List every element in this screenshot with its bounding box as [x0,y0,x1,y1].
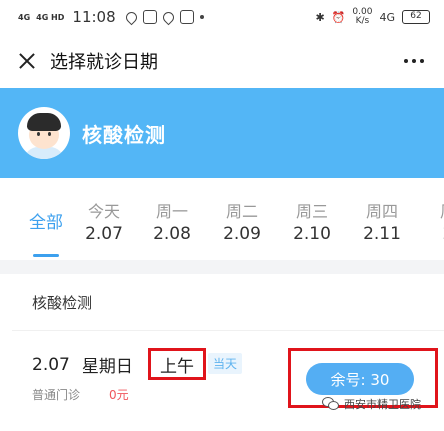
registration-fee: 0元 [109,388,129,402]
tab-day-label: 周四 [365,202,398,221]
status-time: 11:08 [72,8,116,26]
tab-tuesday[interactable]: 周二 2.09 [218,178,266,260]
tab-wednesday[interactable]: 周三 2.10 [288,178,336,260]
today-tag: 当天 [208,353,243,374]
close-icon[interactable] [16,50,38,72]
tab-date-label: 2.08 [153,224,191,244]
nav-bar: 选择就诊日期 [0,34,444,88]
tab-today[interactable]: 今天 2.07 [80,178,128,260]
tab-all-label: 全部 [29,213,63,233]
watermark: 西安市精卫医院 [322,396,421,412]
doctor-avatar [18,107,70,159]
tab-date-label: 2.10 [293,224,331,244]
service-header: 核酸检测 [0,88,444,178]
tab-day-label: 周 [428,198,444,222]
network-indicator-2: 4G HD [36,12,65,22]
tab-date-label: 2.07 [85,224,123,244]
message-icon [142,10,157,24]
gallery-icon [179,10,194,24]
battery-icon: 62 [402,10,430,24]
notification-icon [123,9,139,25]
clinic-type: 普通门诊 [32,388,81,402]
network-speed: 0.00 K/s [352,8,372,26]
tab-thursday[interactable]: 周四 2.11 [358,178,406,260]
tab-day-label: 周三 [295,202,328,221]
divider [12,330,444,331]
status-left: 4G 4G HD 11:08 [18,8,204,26]
tab-all[interactable]: 全部 [22,178,70,260]
watermark-text: 西安市精卫医院 [344,398,421,411]
tab-friday-partial[interactable]: 周 2 [428,178,444,260]
more-notifications-icon [199,15,204,19]
status-bar: 4G 4G HD 11:08 ✱ ⏰ 0.00 K/s 4G 62 [0,0,444,34]
alarm-icon: ⏰ [331,10,346,24]
date-tabs: 全部 今天 2.07 周一 2.08 周二 2.09 周三 2.10 周四 2.… [0,178,444,260]
slot-weekday: 星期日 [81,357,133,377]
tab-date-label: 2 [428,224,444,244]
tab-monday[interactable]: 周一 2.08 [148,178,196,260]
slot-date-row: 2.07 星期日 [32,352,133,378]
bluetooth-icon: ✱ [315,10,325,24]
tab-day-label: 今天 [87,202,120,221]
section-title: 核酸检测 [32,294,93,312]
slot-period-highlight: 上午 [148,348,206,380]
tab-day-label: 周二 [225,202,258,221]
wechat-icon [322,397,340,411]
service-title: 核酸检测 [82,122,166,147]
network-indicator-1: 4G [18,12,31,22]
tab-date-label: 2.11 [363,224,401,244]
tab-date-label: 2.09 [223,224,261,244]
signal-indicator: 4G [379,10,395,24]
network-speed-unit: K/s [355,16,370,26]
more-menu-icon[interactable] [400,53,428,69]
slot-period: 上午 [160,356,194,377]
slot-date: 2.07 [32,354,70,375]
page-title: 选择就诊日期 [50,52,158,73]
status-right: ✱ ⏰ 0.00 K/s 4G 62 [315,8,430,26]
section-gap [0,260,444,274]
remaining-slots-button[interactable]: 余号: 30 [306,363,414,395]
tab-active-indicator [33,254,59,257]
tab-day-label: 周一 [155,202,188,221]
location-icon [160,9,176,25]
